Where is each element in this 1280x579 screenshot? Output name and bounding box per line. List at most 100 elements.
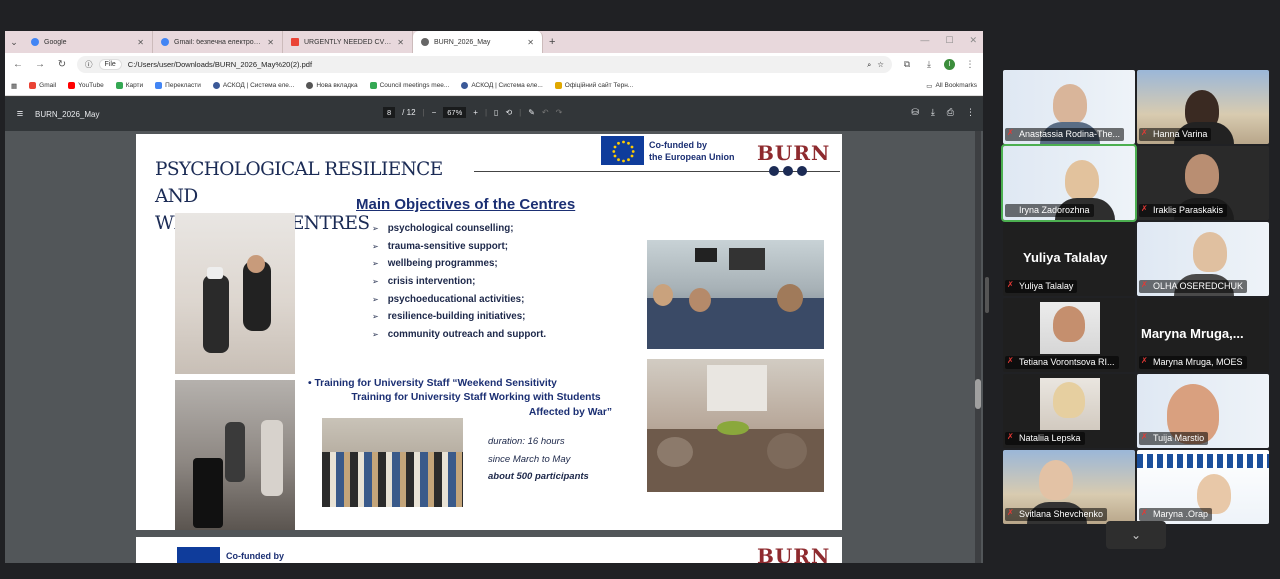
participant-tile[interactable]: OLHA OSEREDCHUK ✗	[1137, 222, 1269, 296]
globe-icon	[212, 82, 220, 89]
redo-icon[interactable]: ↷	[556, 108, 563, 117]
participants-text: about 500 participants	[488, 471, 589, 482]
bookmark-askod-1[interactable]: АСКОД | Система еле...	[212, 82, 294, 89]
save-drive-icon[interactable]: ⛁	[911, 107, 919, 118]
rotate-icon[interactable]: ⟲	[505, 108, 512, 117]
scrollbar-track[interactable]	[975, 131, 981, 563]
bookmark-maps[interactable]: Карти	[115, 82, 143, 89]
print-icon[interactable]: ⎙	[947, 107, 954, 118]
bookmark-youtube[interactable]: YouTube	[68, 82, 104, 89]
participant-tile-camera-off[interactable]: Yuliya Talalay Yuliya Talalay ✗	[1003, 222, 1135, 296]
list-item: community outreach and support.	[372, 326, 546, 344]
participant-display-name: Yuliya Talalay	[1023, 250, 1108, 265]
screen: ⌄ Google ✕ Gmail: безпечна електронна по…	[0, 0, 1280, 579]
download-icon[interactable]: ⤓	[922, 59, 936, 70]
annotate-icon[interactable]: ✎	[528, 108, 535, 117]
participant-tile[interactable]: Maryna .Orap ✗	[1137, 450, 1269, 524]
divider: |	[422, 108, 425, 117]
training-line: Training for University Staff Working wi…	[351, 392, 601, 404]
participant-tile[interactable]: Hanna Varina ✗	[1137, 70, 1269, 144]
scrollbar-thumb[interactable]	[975, 379, 981, 409]
back-icon[interactable]: ←	[11, 59, 25, 70]
participant-tile-active-speaker[interactable]: Iryna Zadorozhna	[1001, 144, 1137, 222]
participant-tile[interactable]: Anastassia Rodina-The... ✗	[1003, 70, 1135, 144]
zoom-in-icon[interactable]: +	[473, 108, 478, 117]
eu-flag-icon	[177, 547, 220, 563]
panel-resize-handle[interactable]	[985, 277, 989, 313]
list-item: wellbeing programmes;	[372, 255, 546, 273]
menu-icon[interactable]: ⋮	[963, 59, 977, 70]
participant-name: Hanna Varina	[1139, 128, 1212, 141]
url-text[interactable]: C:/Users/user/Downloads/BURN_2026_May%20…	[128, 60, 312, 69]
zoom-out-icon[interactable]: −	[432, 108, 437, 117]
download-icon[interactable]: ⤓	[931, 107, 935, 118]
bookmarks-bar: ▦ Gmail YouTube Карти Перекласти АСКОД |…	[5, 76, 983, 96]
undo-icon[interactable]: ↶	[542, 108, 549, 117]
reload-icon[interactable]: ↻	[55, 59, 69, 70]
close-icon[interactable]: ✕	[397, 38, 404, 47]
chevron-down-icon[interactable]: ⌄	[1106, 521, 1166, 549]
more-icon[interactable]: ⋮	[966, 107, 975, 118]
participant-tile-camera-off[interactable]: Maryna Mruga,... Maryna Mruga, MOES ✗	[1137, 298, 1269, 372]
participant-tile[interactable]: Svitlana Shevchenko ✗	[1003, 450, 1135, 524]
fit-page-icon[interactable]: ▯	[494, 108, 498, 117]
objectives-title: Main Objectives of the Centres	[356, 196, 576, 213]
tab-gmail-urgent[interactable]: URGENTLY NEEDED CVs FOR CUR ✕	[283, 31, 413, 53]
bookmark-council[interactable]: Council meetings mee...	[369, 82, 449, 89]
minimize-icon[interactable]: —	[920, 35, 929, 46]
page-number-input[interactable]: 8	[383, 107, 396, 118]
maximize-icon[interactable]: ☐	[945, 35, 953, 46]
google-icon	[31, 38, 39, 46]
pdf-page: PSYCHOLOGICAL RESILIENCE AND WELLBEING C…	[136, 134, 842, 530]
pdf-viewer[interactable]: PSYCHOLOGICAL RESILIENCE AND WELLBEING C…	[5, 131, 983, 563]
participant-tile[interactable]: Tetiana Vorontsova RI... ✗	[1003, 298, 1135, 372]
participant-tile[interactable]: Iraklis Paraskakis ✗	[1137, 146, 1269, 220]
bookmark-new-tab[interactable]: Нова вкладка	[306, 82, 358, 89]
star-icon[interactable]: ☆	[877, 60, 884, 69]
close-window-icon[interactable]: ✕	[969, 35, 977, 46]
apps-icon[interactable]: ▦	[11, 82, 17, 90]
pdf-toolbar: ≡ BURN_2026_May 8 / 12 | − 67% + | ▯ ⟲ |…	[5, 97, 983, 131]
bookmark-tern[interactable]: Офіційний сайт Терн...	[554, 82, 633, 89]
info-icon[interactable]: ⓘ	[85, 59, 93, 70]
omnibox[interactable]: ⓘ File C:/Users/user/Downloads/BURN_2026…	[77, 56, 892, 73]
extensions-icon[interactable]: ⧉	[900, 59, 914, 70]
bookmark-gmail[interactable]: Gmail	[29, 82, 56, 89]
list-item: psychoeducational activities;	[372, 290, 546, 308]
close-icon[interactable]: ✕	[267, 38, 274, 47]
participant-tile[interactable]: Nataliia Lepska ✗	[1003, 374, 1135, 448]
tab-burn-pdf[interactable]: BURN_2026_May ✕	[413, 31, 543, 53]
participant-name: Anastassia Rodina-The...	[1005, 128, 1125, 141]
tab-google[interactable]: Google ✕	[23, 31, 153, 53]
mic-muted-icon: ✗	[1141, 356, 1148, 365]
bookmark-translate[interactable]: Перекласти	[155, 82, 201, 89]
new-tab-button[interactable]: +	[543, 36, 561, 48]
tab-gmail[interactable]: Gmail: безпечна електронна пош ✕	[153, 31, 283, 53]
mic-muted-icon: ✗	[1007, 280, 1014, 289]
tab-label: Google	[44, 38, 67, 46]
participant-tile[interactable]: Tuija Marstio ✗	[1137, 374, 1269, 448]
divider: |	[484, 108, 488, 117]
all-bookmarks-button[interactable]: ▭ All Bookmarks	[926, 82, 977, 90]
profile-avatar[interactable]: I	[944, 59, 955, 70]
zoom-search-icon[interactable]: ⌕	[867, 60, 871, 70]
hamburger-menu-icon[interactable]: ≡	[5, 108, 35, 120]
close-icon[interactable]: ✕	[137, 38, 144, 47]
mic-muted-icon: ✗	[1141, 280, 1148, 289]
mic-muted-icon: ✗	[1007, 508, 1014, 517]
gmail-icon	[291, 38, 299, 46]
participant-name: Maryna Mruga, MOES	[1139, 356, 1247, 369]
burn-logo: BURN	[757, 544, 831, 563]
google-icon	[161, 38, 169, 46]
participant-name: Svitlana Shevchenko	[1005, 508, 1108, 521]
close-icon[interactable]: ✕	[527, 38, 534, 47]
zoom-input[interactable]: 67%	[443, 107, 467, 118]
tab-search-chevron-icon[interactable]: ⌄	[5, 31, 23, 53]
pdf-actions: ⛁ ⤓ ⎙ ⋮	[911, 107, 975, 118]
bookmark-askod-2[interactable]: АСКОД | Система еле...	[461, 82, 543, 89]
divider: |	[519, 108, 522, 117]
forward-icon[interactable]: →	[33, 59, 47, 70]
photo-vr-session	[175, 213, 295, 374]
photo-relaxation-room	[647, 359, 824, 492]
window-controls: — ☐ ✕	[920, 35, 977, 46]
